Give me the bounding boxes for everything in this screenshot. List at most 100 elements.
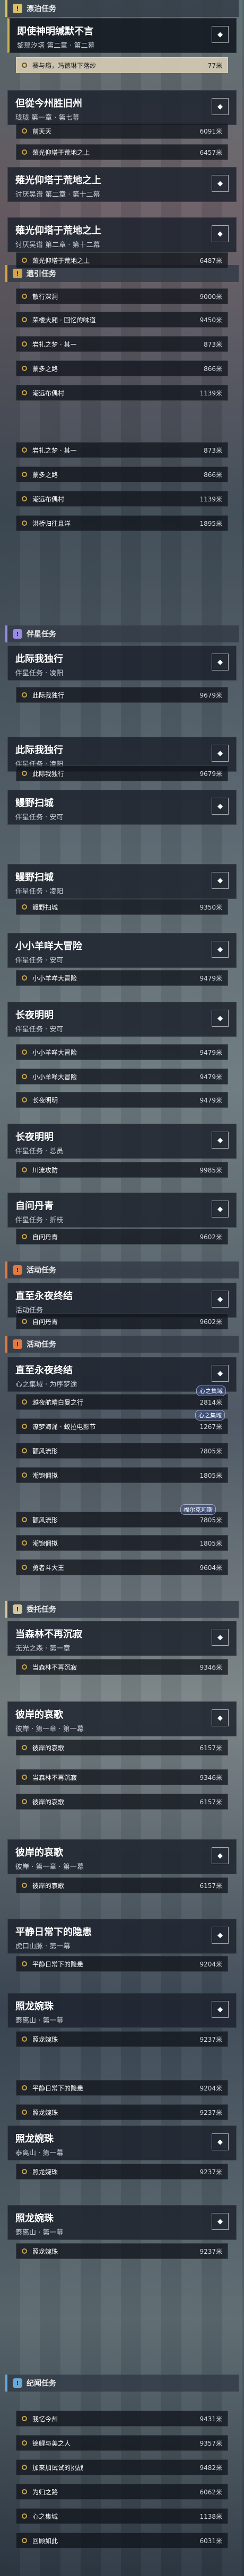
objective-row[interactable]: 岩礼之梦 · 其一 873米 <box>16 442 228 458</box>
objective-row[interactable]: 川流攻防 9985米 <box>16 1162 228 1178</box>
objective-row[interactable]: 长夜明明 9479米 <box>16 1092 228 1108</box>
track-quest-button[interactable]: ◆ <box>212 872 229 889</box>
objective-row[interactable]: 洪桥归往且洋 1895米 <box>16 515 228 531</box>
quest-card[interactable]: 但從今州胜旧州 珑珑 第一章 · 第七幕 ◆ <box>7 90 237 125</box>
objective-text: 照龙婉珠 <box>32 2035 58 2043</box>
objective-text: 颧风流形 <box>32 1447 58 1455</box>
track-quest-button[interactable]: ◆ <box>212 1291 229 1308</box>
objective-row[interactable]: 照龙婉珠 9237米 <box>16 2031 228 2047</box>
objective-row[interactable]: 越夜航晴白曼之行 2814米 <box>16 1394 228 1410</box>
quest-card[interactable]: 长夜明明 伴星任务 · 总员 ◆ <box>7 1124 237 1159</box>
objective-marker-icon <box>22 1540 27 1546</box>
objective-row[interactable]: 平静日常下的隐患 9204米 <box>16 1956 228 1972</box>
objective-row[interactable]: 潦梦海涌 · 蛟拉电影节 1267米 <box>16 1418 228 1434</box>
track-quest-button[interactable]: ◆ <box>212 1629 229 1646</box>
track-quest-button[interactable]: ◆ <box>212 798 229 815</box>
track-quest-button[interactable]: ◆ <box>212 1010 229 1027</box>
objective-distance: 9346米 <box>199 1663 222 1671</box>
objective-row[interactable]: 彼岸的哀歌 6157米 <box>16 1877 228 1893</box>
objective-row[interactable]: 为归之路 6062米 <box>16 2484 228 2500</box>
objective-row[interactable]: 赛与瘾，玛德琳下落纱 77米 <box>16 57 228 73</box>
quest-card[interactable]: 照龙婉珠 泰离山 · 第一幕 ◆ <box>7 2125 237 2160</box>
quest-card[interactable]: 彼岸的哀歌 彼岸 · 第一章 · 第一幕 ◆ <box>7 1839 237 1874</box>
objective-row[interactable]: 照龙婉珠 9237米 <box>16 2104 228 2120</box>
objective-row[interactable]: 前天天 6091米 <box>16 123 228 139</box>
objective-row[interactable]: 小小羊咩大冒险 9479米 <box>16 1069 228 1084</box>
section-header[interactable]: ! 伴星任务 <box>5 625 239 642</box>
objective-row[interactable]: 照龙婉珠 9237米 <box>16 2243 228 2259</box>
section-header[interactable]: ! 纪闻任务 <box>5 2375 239 2392</box>
track-quest-button[interactable]: ◆ <box>212 1132 229 1149</box>
objective-row[interactable]: 勇者斗大王 9604米 <box>16 1559 228 1575</box>
section-header[interactable]: ! 活动任务 <box>5 1336 239 1353</box>
track-quest-button[interactable]: ◆ <box>212 225 229 242</box>
objective-distance: 9237米 <box>199 2109 222 2116</box>
section-header[interactable]: ! 漂泊任务 <box>5 0 239 17</box>
quest-card[interactable]: 直至永夜终结 活动任务 ◆ <box>7 1283 237 1318</box>
quest-card[interactable]: 鳗野扫城 伴星任务 · 安可 ◆ <box>7 790 237 825</box>
objective-row[interactable]: 鳗野扫城 9350米 <box>16 899 228 915</box>
section-header[interactable]: ! 委托任务 <box>5 1601 239 1618</box>
track-quest-button[interactable]: ◆ <box>212 1365 229 1382</box>
objective-row[interactable]: 当森林不再沉寂 9346米 <box>16 1769 228 1785</box>
objective-row[interactable]: 自问丹青 9602米 <box>16 1229 228 1245</box>
track-quest-button[interactable]: ◆ <box>212 1927 229 1944</box>
track-quest-button[interactable]: ◆ <box>212 26 229 43</box>
track-quest-button[interactable]: ◆ <box>212 98 229 115</box>
quest-card[interactable]: 即使神明缄默不言 黎那汐塔 第二章 · 第二幕 ◆ <box>7 18 237 53</box>
objective-row[interactable]: 我忆今州 9431米 <box>16 2411 228 2427</box>
objective-row[interactable]: 小小羊咩大冒险 9479米 <box>16 970 228 986</box>
objective-marker-icon <box>22 1097 27 1102</box>
objective-row[interactable]: 荣楼大厢 · 回忆的味道 9450米 <box>16 312 228 328</box>
quest-card[interactable]: 薙光仰塔于荒地之上 讨厌吴谱 第二章 · 第十二幕 ◆ <box>7 217 237 252</box>
track-quest-button[interactable]: ◆ <box>212 745 229 762</box>
objective-row[interactable]: 锦鲤与美之人 9357米 <box>16 2435 228 2451</box>
objective-row[interactable]: 此际我独行 9679米 <box>16 765 228 781</box>
track-quest-button[interactable]: ◆ <box>212 941 229 958</box>
objective-row[interactable]: 潮饱佣拟 1805米 <box>16 1467 228 1483</box>
quest-card[interactable]: 照龙婉珠 泰离山 · 第一幕 ◆ <box>7 1993 237 2028</box>
objective-row[interactable]: 颧风流形 7805米 <box>16 1443 228 1459</box>
quest-card[interactable]: 薙光仰塔于荒地之上 讨厌吴谱 第二章 · 第十二幕 ◆ <box>7 167 237 202</box>
objective-row[interactable]: 潮远布偶村 1139米 <box>16 491 228 507</box>
track-quest-button[interactable]: ◆ <box>212 2213 229 2230</box>
objective-row[interactable]: 小小羊咩大冒险 9479米 <box>16 1044 228 1060</box>
objective-row[interactable]: 此际我独行 9679米 <box>16 687 228 703</box>
objective-row[interactable]: 加来加试试的挑战 9482米 <box>16 2459 228 2475</box>
objective-row[interactable]: 潮饱佣拟 1805米 <box>16 1535 228 1551</box>
objective-row[interactable]: 散行深洞 9000米 <box>16 288 228 304</box>
objective-row[interactable]: 回顾如此 6031米 <box>16 2533 228 2548</box>
objective-row[interactable]: 彼岸的哀歌 6157米 <box>16 1740 228 1755</box>
track-quest-button[interactable]: ◆ <box>212 1201 229 1218</box>
track-quest-button[interactable]: ◆ <box>212 2001 229 2018</box>
quest-card[interactable]: 彼岸的哀歌 彼岸 · 第一章 · 第一幕 ◆ <box>7 1701 237 1736</box>
objective-row[interactable]: 自问丹青 9602米 <box>16 1313 228 1329</box>
quest-card[interactable]: 平静日常下的隐患 虎口山脉 · 第一幕 ◆ <box>7 1919 237 1954</box>
objective-row[interactable]: 岩礼之梦 · 其一 873米 <box>16 336 228 352</box>
section-header[interactable]: ! 活动任务 <box>5 1261 239 1278</box>
objective-row[interactable]: 潮远布偶村 1139米 <box>16 385 228 401</box>
quest-card[interactable]: 鳗野扫城 伴星任务 · 凌阳 ◆ <box>7 864 237 899</box>
quest-card[interactable]: 当森林不再沉寂 无光之森 · 第一章 ◆ <box>7 1621 237 1656</box>
quest-card[interactable]: 此际我独行 伴星任务 · 凌阳 ◆ <box>7 646 237 681</box>
track-quest-button[interactable]: ◆ <box>212 1847 229 1864</box>
objective-row[interactable]: 薙光仰塔于荒地之上 6487米 <box>16 252 228 268</box>
quest-card[interactable]: 长夜明明 伴星任务 · 安可 ◆ <box>7 1002 237 1037</box>
objective-row[interactable]: 当森林不再沉寂 9346米 <box>16 1659 228 1675</box>
objective-row[interactable]: 薙光仰塔于荒地之上 6457米 <box>16 144 228 160</box>
track-quest-button[interactable]: ◆ <box>212 175 229 192</box>
quest-card[interactable]: 照龙婉珠 泰离山 · 第一幕 ◆ <box>7 2205 237 2240</box>
objective-row[interactable]: 心之集域 1138米 <box>16 2508 228 2524</box>
quest-card[interactable]: 小小羊咩大冒险 伴星任务 · 安可 ◆ <box>7 933 237 968</box>
track-quest-button[interactable]: ◆ <box>212 1709 229 1726</box>
objective-row[interactable]: 蒙多之路 866米 <box>16 466 228 482</box>
track-quest-button[interactable]: ◆ <box>212 2133 229 2150</box>
quest-chapter: 伴星任务 · 凌阳 <box>15 669 64 677</box>
quest-card[interactable]: 自问丹青 伴星任务 · 折枝 ◆ <box>7 1193 237 1228</box>
objective-row[interactable]: 蒙多之路 866米 <box>16 360 228 376</box>
objective-row[interactable]: 照龙婉珠 9237米 <box>16 2164 228 2180</box>
objective-row[interactable]: 平静日常下的隐患 9204米 <box>16 2080 228 2096</box>
objective-distance: 6031米 <box>199 2537 222 2545</box>
track-quest-button[interactable]: ◆ <box>212 654 229 671</box>
objective-row[interactable]: 彼岸的哀歌 6157米 <box>16 1794 228 1810</box>
